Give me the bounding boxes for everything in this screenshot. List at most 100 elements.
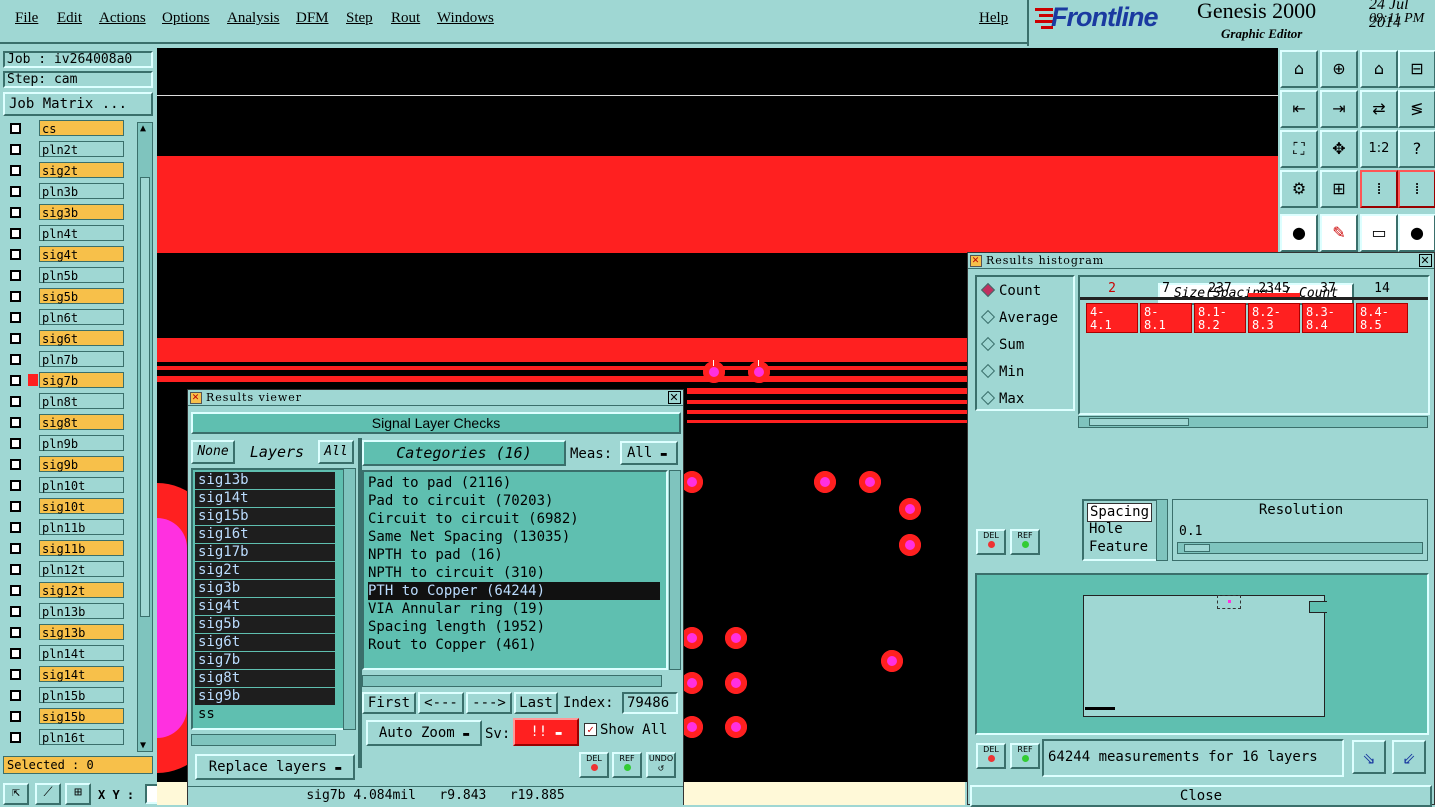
- layer-row[interactable]: pln6t: [4, 309, 124, 325]
- layer-row[interactable]: pln5b: [4, 267, 124, 283]
- layer-checkbox[interactable]: [10, 669, 21, 680]
- pad[interactable]: [814, 471, 836, 493]
- pad[interactable]: [725, 672, 747, 694]
- none-button[interactable]: None: [191, 440, 235, 464]
- layer-row[interactable]: cs: [4, 120, 124, 136]
- mode-radio[interactable]: Min: [980, 363, 1024, 382]
- layer-row[interactable]: sig8t: [4, 414, 124, 430]
- layer-row[interactable]: sig13b: [4, 624, 124, 640]
- layer-row[interactable]: pln11b: [4, 519, 124, 535]
- menu-windows[interactable]: Windows: [437, 10, 494, 27]
- layer-checkbox[interactable]: [10, 459, 21, 470]
- bin-label[interactable]: 8.1- 8.2: [1194, 303, 1246, 333]
- zoom-home-icon[interactable]: ⌂: [1280, 50, 1318, 88]
- layer-checkbox[interactable]: [10, 606, 21, 617]
- layer-checkbox[interactable]: [10, 396, 21, 407]
- layer-list-hscrollbar[interactable]: [191, 734, 336, 746]
- layer-checkbox[interactable]: [10, 270, 21, 281]
- layer-row[interactable]: pln9b: [4, 435, 124, 451]
- layer-row[interactable]: pln15b: [4, 687, 124, 703]
- layer-row[interactable]: sig3b: [4, 204, 124, 220]
- layer-checkbox[interactable]: [10, 732, 21, 743]
- scroll-down-icon[interactable]: ▼: [140, 740, 146, 751]
- layer-row[interactable]: sig11b: [4, 540, 124, 556]
- pad[interactable]: [748, 361, 770, 383]
- layer-checkbox[interactable]: [10, 123, 21, 134]
- category-item[interactable]: Pad to circuit (70203): [368, 492, 553, 510]
- layer-checkbox[interactable]: [10, 312, 21, 323]
- measure-tool-icon[interactable]: ⟋: [35, 783, 61, 805]
- job-matrix-button[interactable]: Job Matrix ...: [3, 92, 153, 116]
- layer-row[interactable]: pln8t: [4, 393, 124, 409]
- resolution-slider[interactable]: [1177, 542, 1423, 554]
- results-layer-item[interactable]: sig6t: [195, 634, 335, 651]
- route-icon[interactable]: ≶: [1398, 90, 1435, 128]
- zoom-in-icon[interactable]: ⊕: [1320, 50, 1358, 88]
- layer-row[interactable]: pln14t: [4, 645, 124, 661]
- results-layer-item[interactable]: sig8t: [195, 670, 335, 687]
- mode-radio[interactable]: Max: [980, 390, 1024, 409]
- window-menu-icon[interactable]: ✕: [970, 255, 982, 267]
- menu-file[interactable]: File: [15, 10, 38, 27]
- close-icon[interactable]: ✕: [668, 391, 681, 404]
- layer-row[interactable]: sig12t: [4, 582, 124, 598]
- window-icon[interactable]: ⊟: [1398, 50, 1435, 88]
- layer-checkbox[interactable]: [10, 501, 21, 512]
- results-viewer-titlebar[interactable]: ✕ Results viewer ✕: [188, 390, 683, 406]
- layer-checkbox[interactable]: [10, 564, 21, 575]
- bin-label[interactable]: 8.2- 8.3: [1248, 303, 1300, 333]
- layer-checkbox[interactable]: [10, 144, 21, 155]
- layer-checkbox[interactable]: [10, 585, 21, 596]
- layer-row[interactable]: sig10t: [4, 498, 124, 514]
- type-scrollbar[interactable]: [1156, 499, 1168, 561]
- type-item[interactable]: Hole: [1087, 521, 1125, 538]
- slider-thumb[interactable]: [1184, 544, 1210, 552]
- menu-dfm[interactable]: DFM: [296, 10, 329, 27]
- layer-row[interactable]: sig9b: [4, 456, 124, 472]
- close-button[interactable]: Close: [970, 785, 1432, 807]
- layer-checkbox[interactable]: [10, 207, 21, 218]
- type-item[interactable]: Spacing: [1087, 503, 1153, 522]
- category-item[interactable]: Rout to Copper (461): [368, 636, 537, 654]
- replace-layers-dropdown[interactable]: Replace layers ▬: [195, 754, 355, 780]
- layer-checkbox[interactable]: [10, 480, 21, 491]
- layer-row[interactable]: sig7b: [4, 372, 124, 388]
- prev-button[interactable]: <---: [418, 692, 464, 714]
- type-item[interactable]: Feature: [1087, 539, 1150, 556]
- layer-checkbox[interactable]: [10, 249, 21, 260]
- bin-label[interactable]: 8- 8.1: [1140, 303, 1192, 333]
- auto-zoom-dropdown[interactable]: Auto Zoom ▬: [366, 720, 482, 746]
- mode-radio[interactable]: Count: [980, 282, 1041, 301]
- layer-checkbox[interactable]: [10, 543, 21, 554]
- pad[interactable]: [681, 627, 703, 649]
- results-layer-item[interactable]: sig13b: [195, 472, 335, 489]
- category-item[interactable]: Spacing length (1952): [368, 618, 545, 636]
- category-item[interactable]: NPTH to circuit (310): [368, 564, 545, 582]
- scroll-thumb[interactable]: [140, 177, 150, 617]
- layer-row[interactable]: pln2t: [4, 141, 124, 157]
- category-item[interactable]: VIA Annular ring (19): [368, 600, 545, 618]
- menu-analysis[interactable]: Analysis: [227, 10, 280, 27]
- window-menu-icon[interactable]: ✕: [190, 392, 202, 404]
- home-icon[interactable]: ⌂: [1360, 50, 1398, 88]
- pan-left-icon[interactable]: ⇤: [1280, 90, 1318, 128]
- menu-help[interactable]: Help: [979, 10, 1008, 27]
- menu-options[interactable]: Options: [162, 10, 210, 27]
- pad[interactable]: [899, 498, 921, 520]
- layer-checkbox[interactable]: [10, 648, 21, 659]
- histogram-hscrollbar[interactable]: [1078, 416, 1428, 428]
- layer-checkbox[interactable]: [10, 333, 21, 344]
- last-button[interactable]: Last: [514, 692, 558, 714]
- layer-row[interactable]: sig6t: [4, 330, 124, 346]
- pad[interactable]: [725, 716, 747, 738]
- severity-dropdown[interactable]: !! ▬: [513, 718, 579, 746]
- category-item[interactable]: NPTH to pad (16): [368, 546, 503, 564]
- preview-ref-button[interactable]: REF: [1010, 743, 1040, 769]
- import-icon[interactable]: ⇙: [1392, 740, 1426, 774]
- hist-ref-button[interactable]: REF: [1010, 529, 1040, 555]
- layer-row[interactable]: pln16t: [4, 729, 124, 745]
- category-item[interactable]: PTH to Copper (64244): [368, 582, 660, 600]
- pad[interactable]: [899, 534, 921, 556]
- results-layer-item[interactable]: sig2t: [195, 562, 335, 579]
- category-item[interactable]: Pad to pad (2116): [368, 474, 511, 492]
